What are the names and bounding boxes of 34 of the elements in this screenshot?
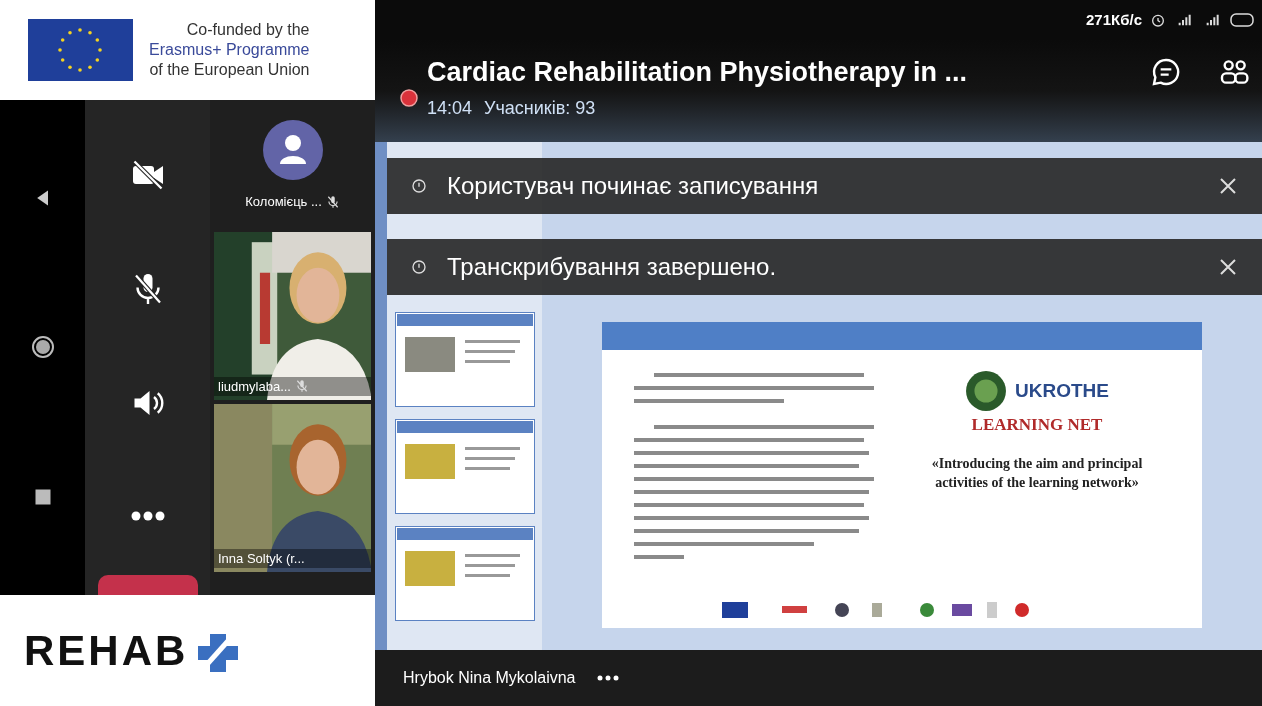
more-icon[interactable] [595, 674, 620, 682]
presenter-name: Hrybok Nina Mykolaivna [403, 668, 576, 688]
hang-up-button[interactable] [97, 575, 198, 595]
funding-text: of the European Union [149, 60, 310, 80]
meeting-time: 14:04 [427, 96, 473, 120]
alarm-icon [1150, 12, 1166, 28]
avatar-icon [262, 120, 323, 181]
participants-count: Учасників: 93 [484, 96, 596, 120]
funding-text: Co-funded by the [186, 20, 310, 40]
close-icon[interactable] [1218, 176, 1238, 196]
tree-logo-icon [965, 370, 1007, 412]
close-icon[interactable] [1218, 257, 1238, 277]
funding-text: Erasmus+ Programme [149, 40, 310, 60]
meeting-title: Cardiac Rehabilitation Physiotherapy in ... [427, 56, 969, 89]
slide-heading: LEARNING NET [971, 414, 1103, 436]
eu-flag-icon [28, 19, 133, 81]
slide-quote: «Introducing the aim and principal activities of the learning network» [930, 454, 1144, 492]
participant-name: Коломієць ... [245, 193, 322, 212]
more-icon[interactable] [129, 510, 166, 523]
project-brand: UKROTHE [1015, 378, 1109, 403]
slide-thumbnail[interactable] [395, 526, 535, 621]
network-speed: 271Кб/с [1086, 9, 1142, 30]
notification-text: Користувач починає записування [447, 171, 820, 201]
rehab-logo-text: REHAB [24, 626, 189, 676]
info-icon [411, 178, 427, 194]
slide-thumbnail[interactable] [395, 312, 535, 407]
home-icon [30, 335, 55, 360]
info-icon [411, 259, 427, 275]
slide-thumbnail[interactable] [395, 419, 535, 514]
participant-name: liudmylaba... [218, 377, 291, 396]
chat-icon [1150, 56, 1182, 89]
participant-name: Inna Soltyk (r... [218, 549, 305, 568]
notification-text: Транскрибування завершено. [447, 252, 778, 282]
battery-icon [1230, 12, 1254, 28]
